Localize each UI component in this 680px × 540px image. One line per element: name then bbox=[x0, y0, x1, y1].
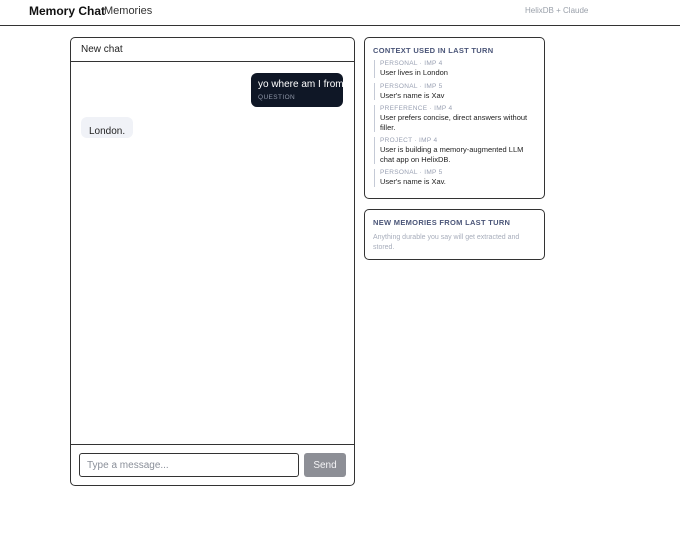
context-memory-item: PROJECT · IMP 4 User is building a memor… bbox=[374, 137, 539, 164]
send-button[interactable]: Send bbox=[304, 453, 346, 477]
new-memories-card: NEW MEMORIES FROM LAST TURN Anything dur… bbox=[364, 209, 545, 260]
memory-meta: PERSONAL · IMP 5 bbox=[380, 169, 443, 176]
powered-by-label: HelixDB + Claude bbox=[525, 6, 589, 15]
chat-header: New chat bbox=[71, 38, 354, 62]
memory-meta: PREFERENCE · IMP 4 bbox=[380, 105, 453, 112]
assistant-message-text: London. bbox=[89, 126, 126, 137]
user-message-text: yo where am I from bbox=[258, 79, 344, 90]
chat-title: New chat bbox=[81, 44, 123, 55]
memory-text: User's name is Xav bbox=[380, 90, 445, 100]
context-card-title: CONTEXT USED IN LAST TURN bbox=[373, 46, 494, 55]
memory-text: User prefers concise, direct answers wit… bbox=[380, 113, 528, 132]
nav-link-memories[interactable]: Memories bbox=[104, 5, 152, 17]
memory-meta: PERSONAL · IMP 5 bbox=[380, 82, 443, 90]
message-tag: QUESTION bbox=[258, 94, 296, 101]
memory-text: User lives in London bbox=[380, 68, 448, 77]
context-used-card: CONTEXT USED IN LAST TURN PERSONAL · IMP… bbox=[364, 37, 545, 199]
top-nav-bar: Memory Chat Memories HelixDB + Claude bbox=[0, 0, 680, 26]
chat-panel: New chat yo where am I from QUESTION Lon… bbox=[70, 37, 355, 486]
context-memory-list: PERSONAL · IMP 4 User lives in London PE… bbox=[374, 60, 539, 192]
new-memories-empty-text: Anything durable you say will get extrac… bbox=[373, 234, 520, 251]
message-input[interactable] bbox=[79, 453, 299, 477]
app-brand[interactable]: Memory Chat bbox=[29, 4, 105, 18]
assistant-message: London. bbox=[81, 117, 134, 138]
user-message: yo where am I from QUESTION bbox=[251, 73, 344, 107]
memory-meta: PROJECT · IMP 4 bbox=[380, 137, 438, 144]
memory-text: User is building a memory-augmented LLM … bbox=[380, 145, 524, 164]
new-memories-title: NEW MEMORIES FROM LAST TURN bbox=[373, 218, 511, 227]
memory-text: User's name is Xav. bbox=[380, 177, 446, 186]
context-memory-item: PERSONAL · IMP 4 User lives in London bbox=[374, 60, 539, 78]
context-memory-item: PREFERENCE · IMP 4 User prefers concise,… bbox=[374, 105, 539, 132]
context-memory-item: PERSONAL · IMP 5 User's name is Xav. bbox=[374, 169, 539, 187]
memory-meta: PERSONAL · IMP 4 bbox=[380, 60, 443, 67]
context-memory-item: PERSONAL · IMP 5 User's name is Xav bbox=[374, 82, 539, 100]
message-composer: Send bbox=[71, 444, 354, 485]
